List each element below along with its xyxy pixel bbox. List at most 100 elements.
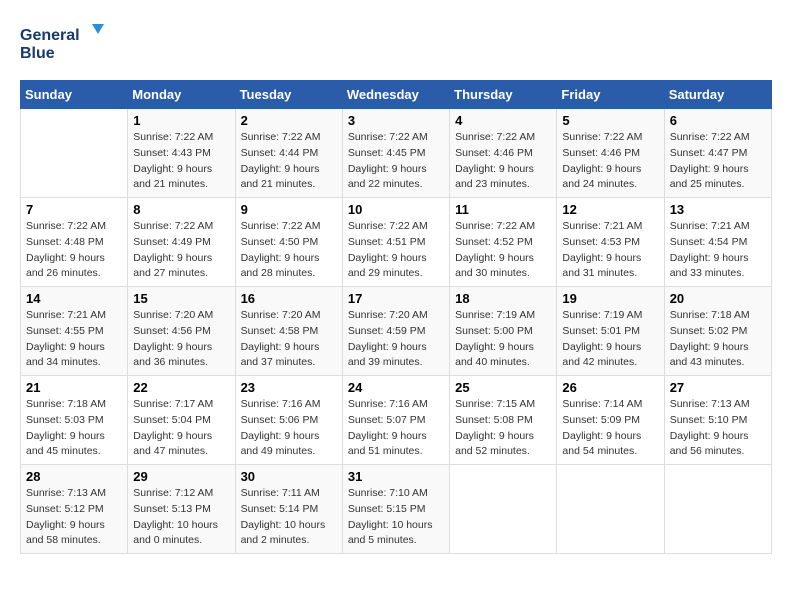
week-row-1: 1 Sunrise: 7:22 AM Sunset: 4:43 PM Daylig… bbox=[21, 109, 772, 198]
day-number: 9 bbox=[241, 202, 337, 217]
week-row-3: 14 Sunrise: 7:21 AM Sunset: 4:55 PM Dayli… bbox=[21, 287, 772, 376]
day-cell: 18 Sunrise: 7:19 AM Sunset: 5:00 PM Dayli… bbox=[450, 287, 557, 376]
day-cell: 6 Sunrise: 7:22 AM Sunset: 4:47 PM Daylig… bbox=[664, 109, 771, 198]
day-info: Sunrise: 7:22 AM Sunset: 4:46 PM Dayligh… bbox=[562, 130, 658, 193]
day-number: 30 bbox=[241, 469, 337, 484]
day-info: Sunrise: 7:20 AM Sunset: 4:59 PM Dayligh… bbox=[348, 308, 444, 371]
week-row-5: 28Sunrise: 7:13 AM Sunset: 5:12 PM Dayli… bbox=[21, 465, 772, 554]
day-cell: 16 Sunrise: 7:20 AM Sunset: 4:58 PM Dayli… bbox=[235, 287, 342, 376]
day-info: Sunrise: 7:12 AM Sunset: 5:13 PM Dayligh… bbox=[133, 486, 229, 549]
day-number: 27 bbox=[670, 380, 766, 395]
day-cell: 28Sunrise: 7:13 AM Sunset: 5:12 PM Dayli… bbox=[21, 465, 128, 554]
day-cell: 7Sunrise: 7:22 AM Sunset: 4:48 PM Daylig… bbox=[21, 198, 128, 287]
svg-text:Blue: Blue bbox=[20, 45, 55, 62]
day-cell: 30 Sunrise: 7:11 AM Sunset: 5:14 PM Dayli… bbox=[235, 465, 342, 554]
day-info: Sunrise: 7:22 AM Sunset: 4:44 PM Dayligh… bbox=[241, 130, 337, 193]
day-info: Sunrise: 7:18 AM Sunset: 5:02 PM Dayligh… bbox=[670, 308, 766, 371]
week-row-4: 21Sunrise: 7:18 AM Sunset: 5:03 PM Dayli… bbox=[21, 376, 772, 465]
day-number: 21 bbox=[26, 380, 122, 395]
day-cell bbox=[557, 465, 664, 554]
day-info: Sunrise: 7:22 AM Sunset: 4:51 PM Dayligh… bbox=[348, 219, 444, 282]
day-info: Sunrise: 7:22 AM Sunset: 4:46 PM Dayligh… bbox=[455, 130, 551, 193]
day-number: 13 bbox=[670, 202, 766, 217]
day-cell: 20Sunrise: 7:18 AM Sunset: 5:02 PM Dayli… bbox=[664, 287, 771, 376]
day-info: Sunrise: 7:13 AM Sunset: 5:12 PM Dayligh… bbox=[26, 486, 122, 549]
day-info: Sunrise: 7:16 AM Sunset: 5:06 PM Dayligh… bbox=[241, 397, 337, 460]
day-info: Sunrise: 7:21 AM Sunset: 4:55 PM Dayligh… bbox=[26, 308, 122, 371]
day-number: 14 bbox=[26, 291, 122, 306]
day-cell: 23 Sunrise: 7:16 AM Sunset: 5:06 PM Dayli… bbox=[235, 376, 342, 465]
day-info: Sunrise: 7:15 AM Sunset: 5:08 PM Dayligh… bbox=[455, 397, 551, 460]
day-info: Sunrise: 7:22 AM Sunset: 4:48 PM Dayligh… bbox=[26, 219, 122, 282]
day-cell: 24 Sunrise: 7:16 AM Sunset: 5:07 PM Dayli… bbox=[342, 376, 449, 465]
day-info: Sunrise: 7:20 AM Sunset: 4:58 PM Dayligh… bbox=[241, 308, 337, 371]
day-info: Sunrise: 7:22 AM Sunset: 4:49 PM Dayligh… bbox=[133, 219, 229, 282]
day-number: 1 bbox=[133, 113, 229, 128]
day-info: Sunrise: 7:14 AM Sunset: 5:09 PM Dayligh… bbox=[562, 397, 658, 460]
day-info: Sunrise: 7:22 AM Sunset: 4:47 PM Dayligh… bbox=[670, 130, 766, 193]
day-number: 29 bbox=[133, 469, 229, 484]
col-header-sunday: Sunday bbox=[21, 81, 128, 109]
day-number: 16 bbox=[241, 291, 337, 306]
col-header-thursday: Thursday bbox=[450, 81, 557, 109]
day-cell: 29 Sunrise: 7:12 AM Sunset: 5:13 PM Dayli… bbox=[128, 465, 235, 554]
day-info: Sunrise: 7:21 AM Sunset: 4:53 PM Dayligh… bbox=[562, 219, 658, 282]
day-info: Sunrise: 7:20 AM Sunset: 4:56 PM Dayligh… bbox=[133, 308, 229, 371]
day-number: 2 bbox=[241, 113, 337, 128]
day-number: 8 bbox=[133, 202, 229, 217]
day-cell: 10 Sunrise: 7:22 AM Sunset: 4:51 PM Dayli… bbox=[342, 198, 449, 287]
day-cell: 27 Sunrise: 7:13 AM Sunset: 5:10 PM Dayli… bbox=[664, 376, 771, 465]
day-number: 17 bbox=[348, 291, 444, 306]
day-info: Sunrise: 7:22 AM Sunset: 4:52 PM Dayligh… bbox=[455, 219, 551, 282]
week-row-2: 7Sunrise: 7:22 AM Sunset: 4:48 PM Daylig… bbox=[21, 198, 772, 287]
day-info: Sunrise: 7:22 AM Sunset: 4:45 PM Dayligh… bbox=[348, 130, 444, 193]
day-cell: 19 Sunrise: 7:19 AM Sunset: 5:01 PM Dayli… bbox=[557, 287, 664, 376]
day-number: 6 bbox=[670, 113, 766, 128]
day-number: 22 bbox=[133, 380, 229, 395]
day-info: Sunrise: 7:11 AM Sunset: 5:14 PM Dayligh… bbox=[241, 486, 337, 549]
day-cell: 1 Sunrise: 7:22 AM Sunset: 4:43 PM Daylig… bbox=[128, 109, 235, 198]
col-header-friday: Friday bbox=[557, 81, 664, 109]
day-cell: 4 Sunrise: 7:22 AM Sunset: 4:46 PM Daylig… bbox=[450, 109, 557, 198]
day-number: 19 bbox=[562, 291, 658, 306]
day-number: 4 bbox=[455, 113, 551, 128]
day-number: 12 bbox=[562, 202, 658, 217]
day-info: Sunrise: 7:19 AM Sunset: 5:01 PM Dayligh… bbox=[562, 308, 658, 371]
day-info: Sunrise: 7:13 AM Sunset: 5:10 PM Dayligh… bbox=[670, 397, 766, 460]
day-cell: 5 Sunrise: 7:22 AM Sunset: 4:46 PM Daylig… bbox=[557, 109, 664, 198]
day-info: Sunrise: 7:22 AM Sunset: 4:43 PM Dayligh… bbox=[133, 130, 229, 193]
day-number: 24 bbox=[348, 380, 444, 395]
day-number: 26 bbox=[562, 380, 658, 395]
day-cell: 13 Sunrise: 7:21 AM Sunset: 4:54 PM Dayli… bbox=[664, 198, 771, 287]
col-header-wednesday: Wednesday bbox=[342, 81, 449, 109]
day-number: 5 bbox=[562, 113, 658, 128]
day-cell: 2 Sunrise: 7:22 AM Sunset: 4:44 PM Daylig… bbox=[235, 109, 342, 198]
day-number: 31 bbox=[348, 469, 444, 484]
day-number: 18 bbox=[455, 291, 551, 306]
day-number: 23 bbox=[241, 380, 337, 395]
day-info: Sunrise: 7:19 AM Sunset: 5:00 PM Dayligh… bbox=[455, 308, 551, 371]
day-cell: 14 Sunrise: 7:21 AM Sunset: 4:55 PM Dayli… bbox=[21, 287, 128, 376]
day-cell: 22 Sunrise: 7:17 AM Sunset: 5:04 PM Dayli… bbox=[128, 376, 235, 465]
page-header: General Blue bbox=[20, 20, 772, 70]
day-info: Sunrise: 7:21 AM Sunset: 4:54 PM Dayligh… bbox=[670, 219, 766, 282]
day-info: Sunrise: 7:17 AM Sunset: 5:04 PM Dayligh… bbox=[133, 397, 229, 460]
day-cell: 9 Sunrise: 7:22 AM Sunset: 4:50 PM Daylig… bbox=[235, 198, 342, 287]
day-number: 10 bbox=[348, 202, 444, 217]
svg-text:General: General bbox=[20, 27, 80, 44]
day-number: 15 bbox=[133, 291, 229, 306]
day-cell: 31Sunrise: 7:10 AM Sunset: 5:15 PM Dayli… bbox=[342, 465, 449, 554]
calendar-table: SundayMondayTuesdayWednesdayThursdayFrid… bbox=[20, 80, 772, 554]
day-cell bbox=[21, 109, 128, 198]
day-cell: 21Sunrise: 7:18 AM Sunset: 5:03 PM Dayli… bbox=[21, 376, 128, 465]
day-cell: 17 Sunrise: 7:20 AM Sunset: 4:59 PM Dayli… bbox=[342, 287, 449, 376]
logo: General Blue bbox=[20, 20, 110, 70]
day-cell bbox=[450, 465, 557, 554]
col-header-monday: Monday bbox=[128, 81, 235, 109]
day-cell: 8 Sunrise: 7:22 AM Sunset: 4:49 PM Daylig… bbox=[128, 198, 235, 287]
day-cell: 12 Sunrise: 7:21 AM Sunset: 4:53 PM Dayli… bbox=[557, 198, 664, 287]
day-info: Sunrise: 7:22 AM Sunset: 4:50 PM Dayligh… bbox=[241, 219, 337, 282]
day-number: 3 bbox=[348, 113, 444, 128]
day-info: Sunrise: 7:16 AM Sunset: 5:07 PM Dayligh… bbox=[348, 397, 444, 460]
day-cell: 25Sunrise: 7:15 AM Sunset: 5:08 PM Dayli… bbox=[450, 376, 557, 465]
